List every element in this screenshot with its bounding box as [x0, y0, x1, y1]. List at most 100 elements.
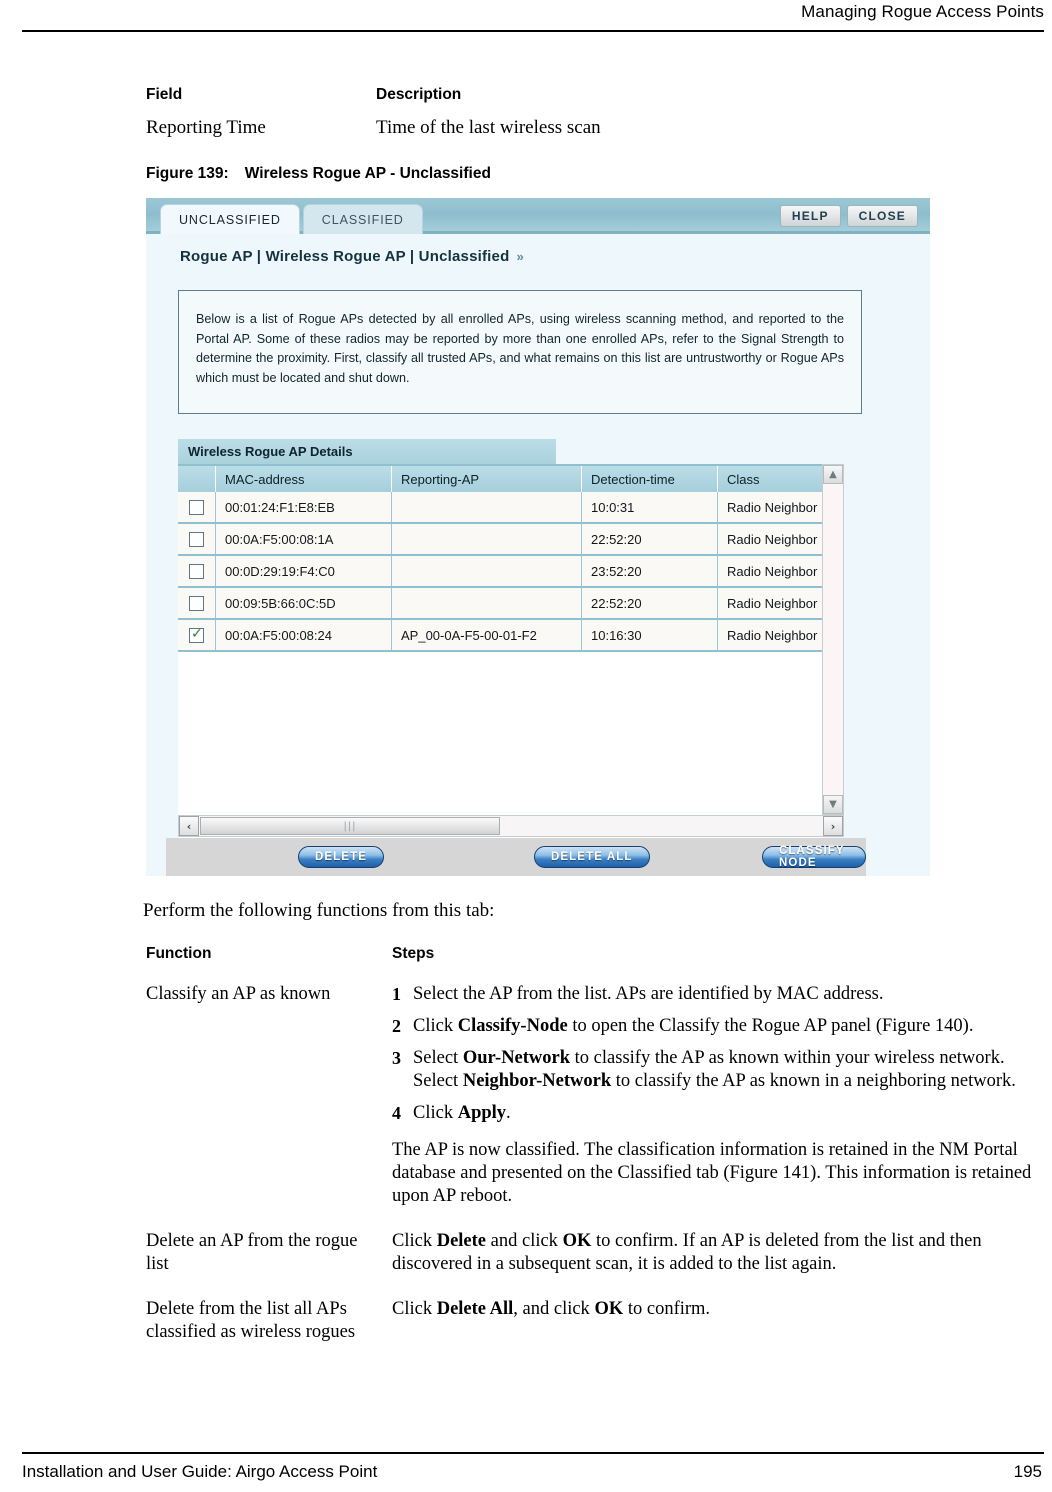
tab-bar: UNCLASSIFIED CLASSIFIED — [160, 204, 423, 234]
top-bar-buttons: HELP CLOSE — [779, 205, 918, 227]
list-item: 1 Select the AP from the list. APs are i… — [392, 983, 1036, 1006]
step-text: Click Apply. — [413, 1102, 1036, 1125]
steps-text-plain: Click — [392, 1299, 437, 1319]
description-header-label: Description — [376, 86, 462, 103]
close-button[interactable]: CLOSE — [846, 205, 918, 227]
step-number: 3 — [392, 1048, 401, 1068]
table-row: Reporting Time Time of the last wireless… — [146, 117, 846, 139]
steps-text-plain-3: to confirm. — [623, 1299, 711, 1319]
row-checkbox[interactable] — [189, 531, 204, 547]
figure-caption-title: Wireless Rogue AP - Unclassified — [244, 165, 491, 182]
field-table-header-row: Field Description — [146, 86, 846, 104]
grid-horizontal-scrollbar[interactable]: ‹ ||| › — [178, 815, 844, 837]
cell-mac-address: 00:0A:F5:00:08:1A — [216, 524, 392, 554]
row-checkbox-cell[interactable] — [178, 620, 216, 650]
tab-classified[interactable]: CLASSIFIED — [302, 204, 423, 234]
info-description-text: Below is a list of Rogue APs detected by… — [196, 312, 844, 385]
cell-mac-address: 00:0D:29:19:F4:C0 — [216, 556, 392, 586]
step-note-paragraph: The AP is now classified. The classifica… — [392, 1140, 1032, 1206]
cell-class: Radio Neighbor — [727, 531, 818, 547]
field-cell: Reporting Time — [146, 117, 376, 139]
step-number: 2 — [392, 1016, 401, 1036]
cell-class: Radio Neighbor — [727, 627, 818, 643]
chevron-double-right-icon: » — [516, 249, 524, 264]
row-checkbox-cell[interactable] — [178, 524, 216, 554]
cell-detection-time: 22:52:20 — [582, 524, 718, 554]
function-table-header-row: Function Steps — [146, 945, 1036, 963]
row-checkbox[interactable] — [189, 499, 204, 515]
step-text-plain-2: . — [506, 1103, 511, 1123]
step-text-plain: Click — [413, 1016, 458, 1036]
scroll-left-icon[interactable]: ‹ — [179, 816, 199, 836]
info-description-box: Below is a list of Rogue APs detected by… — [178, 290, 862, 414]
horizontal-scrollbar-thumb[interactable]: ||| — [200, 817, 500, 835]
description-cell-value: Time of the last wireless scan — [376, 117, 601, 138]
cell-detection-time: 23:52:20 — [582, 556, 718, 586]
step-text-bold: Classify-Node — [457, 1016, 568, 1036]
table-row[interactable]: 00:0A:F5:00:08:1A 22:52:20 Radio Neighbo… — [178, 524, 822, 556]
steps-header-label: Steps — [392, 945, 435, 962]
steps-text-plain-2: , and click — [513, 1299, 595, 1319]
scroll-up-icon[interactable]: ▲ — [823, 465, 843, 484]
cell-class: Radio Neighbor — [727, 595, 818, 611]
delete-all-button[interactable]: DELETE ALL — [534, 846, 650, 868]
function-steps-cell: Click Delete and click OK to confirm. If… — [392, 1230, 1036, 1276]
cell-mac-address: 00:01:24:F1:E8:EB — [216, 492, 392, 522]
row-checkbox-cell[interactable] — [178, 588, 216, 618]
row-checkbox-cell[interactable] — [178, 556, 216, 586]
description-cell: Time of the last wireless scan — [376, 117, 846, 139]
tab-unclassified[interactable]: UNCLASSIFIED — [160, 204, 300, 234]
function-name-cell: Classify an AP as known — [146, 984, 331, 1004]
function-steps-cell: Click Delete All, and click OK to confir… — [392, 1298, 1036, 1344]
grid-header-detection-time[interactable]: Detection-time — [582, 466, 718, 492]
grid-header-mac-address[interactable]: MAC-address — [216, 466, 392, 492]
cell-mac-address: 00:09:5B:66:0C:5D — [216, 588, 392, 618]
grid-vertical-scrollbar[interactable]: ▲ ▼ — [822, 464, 844, 815]
steps-text-bold-2: OK — [562, 1231, 592, 1251]
steps-text-bold: Delete All — [436, 1299, 514, 1319]
list-item: 2 Click Classify-Node to open the Classi… — [392, 1015, 1036, 1038]
grid-header-reporting-ap[interactable]: Reporting-AP — [392, 466, 582, 492]
step-number: 4 — [392, 1103, 401, 1123]
field-table-header-field: Field — [146, 86, 376, 104]
grid-header-checkbox — [178, 466, 216, 492]
field-header-label: Field — [146, 86, 183, 103]
step-text-bold-2: Neighbor-Network — [462, 1071, 612, 1091]
table-row[interactable]: 00:0A:F5:00:08:24 AP_00-0A-F5-00-01-F2 1… — [178, 620, 822, 652]
step-text: Select Our-Network to classify the AP as… — [413, 1047, 1036, 1093]
classify-node-button[interactable]: CLASSIFY NODE — [762, 845, 866, 869]
scroll-right-icon[interactable]: › — [823, 816, 843, 836]
step-text-plain: Select — [413, 1048, 463, 1068]
function-header-label: Function — [146, 945, 212, 962]
details-panel-title: Wireless Rogue AP Details — [178, 439, 556, 464]
cell-reporting-ap — [392, 524, 582, 554]
table-row[interactable]: 00:09:5B:66:0C:5D 22:52:20 Radio Neighbo… — [178, 588, 822, 620]
table-row[interactable]: 00:01:24:F1:E8:EB 10:0:31 Radio Neighbor — [178, 492, 822, 524]
step-text-plain: Click — [413, 1103, 458, 1123]
figure-screenshot-wireless-rogue-ap: UNCLASSIFIED CLASSIFIED HELP CLOSE Rogue… — [146, 198, 930, 876]
field-table-header-description: Description — [376, 86, 846, 104]
rogue-ap-grid: MAC-address Reporting-AP Detection-time … — [178, 464, 822, 843]
row-checkbox[interactable] — [189, 626, 204, 643]
step-number: 1 — [392, 984, 401, 1004]
grid-header-row: MAC-address Reporting-AP Detection-time … — [178, 466, 822, 492]
step-text-bold: Our-Network — [462, 1048, 571, 1068]
action-button-bar: DELETE DELETE ALL CLASSIFY NODE — [166, 838, 866, 876]
table-row[interactable]: 00:0D:29:19:F4:C0 23:52:20 Radio Neighbo… — [178, 556, 822, 588]
row-checkbox[interactable] — [189, 595, 204, 611]
row-checkbox[interactable] — [189, 563, 204, 579]
steps-text-bold-2: OK — [594, 1299, 624, 1319]
steps-text-bold: Delete — [436, 1231, 487, 1251]
field-description-table: Field Description Reporting Time Time of… — [146, 86, 846, 139]
grid-header-class[interactable]: Class — [718, 466, 822, 492]
perform-functions-line: Perform the following functions from thi… — [143, 900, 495, 921]
function-steps-table: Function Steps Classify an AP as known 1… — [146, 945, 1036, 1344]
footer-divider-rule — [22, 1452, 1044, 1454]
footer-page-number: 195 — [1013, 1462, 1042, 1481]
help-button[interactable]: HELP — [779, 205, 841, 227]
step-text: Select the AP from the list. APs are ide… — [413, 983, 1036, 1006]
row-checkbox-cell[interactable] — [178, 492, 216, 522]
cell-class: Radio Neighbor — [727, 499, 818, 515]
delete-button[interactable]: DELETE — [298, 846, 384, 868]
scroll-down-icon[interactable]: ▼ — [823, 795, 843, 814]
